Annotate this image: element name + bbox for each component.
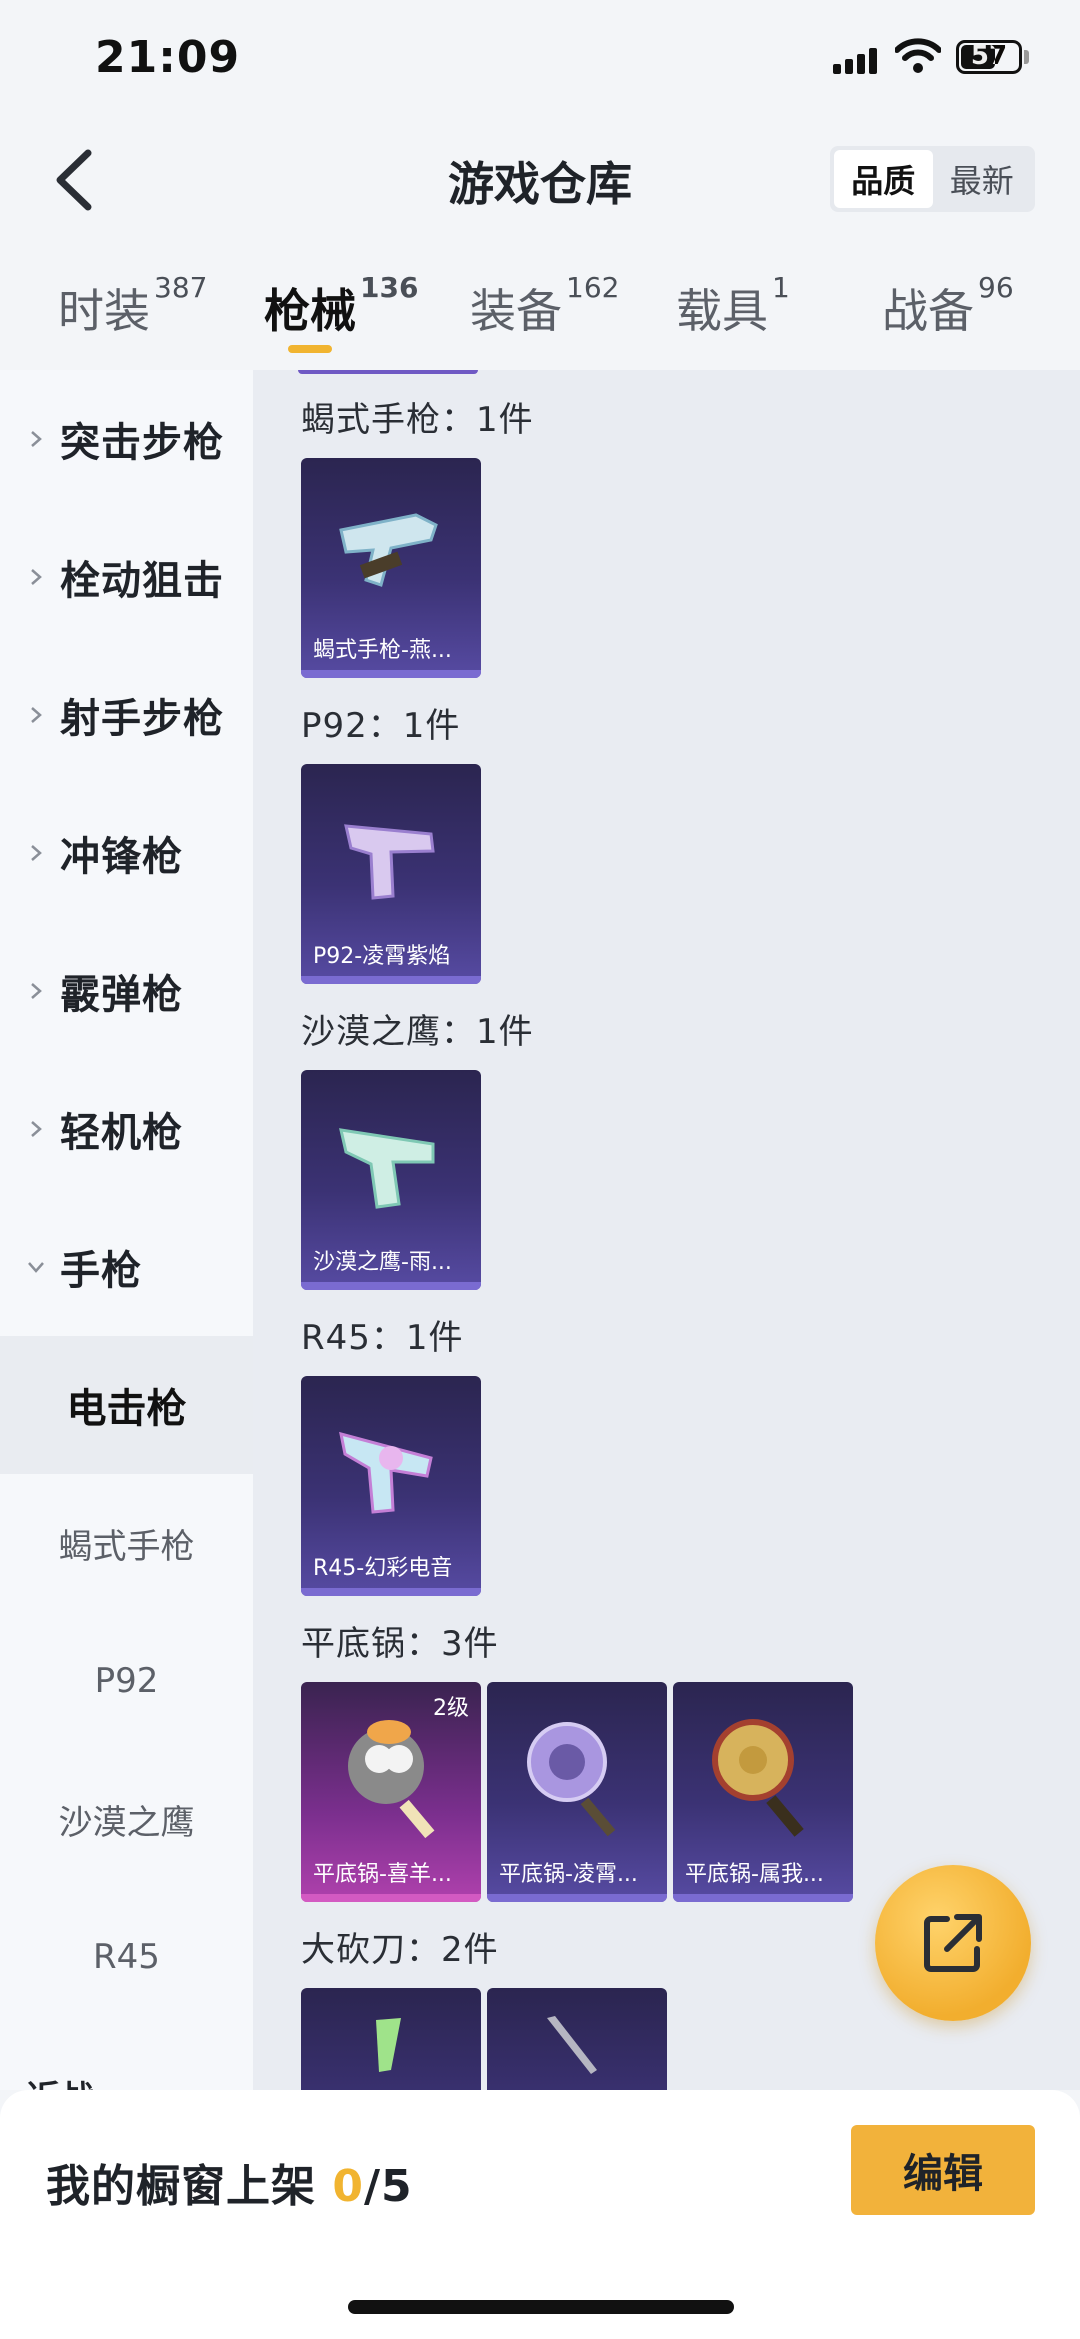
tab-label: 载具: [676, 284, 768, 338]
shelf-total-count: 5: [381, 2161, 413, 2212]
tab-label: 装备: [470, 284, 562, 338]
tab-count: 162: [566, 271, 620, 304]
sidebar-item-smg[interactable]: 冲锋枪: [0, 784, 253, 922]
category-tabs: 时装 387 枪械 136 装备 162 载具 1 战备 96: [0, 265, 1080, 365]
category-sidebar: 突击步枪 栓动狙击 射手步枪 冲锋枪 霰弹枪 轻机枪 手枪 电击枪 蝎式手枪 P…: [0, 370, 253, 2090]
tab-fashion[interactable]: 时装 387: [58, 271, 207, 341]
group-title: 沙漠之鹰：1件: [301, 1012, 534, 1052]
sidebar-item-label: 射手步枪: [60, 696, 224, 742]
battery-icon: 57: [956, 40, 1022, 74]
tab-equipment[interactable]: 装备 162: [470, 271, 619, 341]
item-card[interactable]: 2级 平底锅-喜羊...: [301, 1682, 481, 1902]
item-name: R45-幻彩电音: [313, 1556, 453, 1581]
chevron-right-icon: [31, 569, 42, 585]
item-name: 平底锅-喜羊...: [313, 1862, 452, 1887]
tab-count: 96: [978, 271, 1014, 304]
battery-level: 57: [970, 41, 1008, 71]
sort-toggle: 品质 最新: [830, 146, 1035, 212]
item-name: 平底锅-属我...: [685, 1862, 824, 1887]
tab-label: 时装: [58, 284, 150, 338]
item-card[interactable]: 蝎式手枪-燕...: [301, 458, 481, 678]
tab-label: 枪械: [264, 284, 356, 338]
pan-icon: [712, 1719, 804, 1837]
item-card[interactable]: R45-幻彩电音: [301, 1376, 481, 1596]
item-name: 沙漠之鹰-雨...: [313, 1250, 452, 1275]
item-name: 蝎式手枪-燕...: [313, 638, 452, 663]
sidebar-item-assault-rifle[interactable]: 突击步枪: [0, 370, 253, 508]
sidebar-item-pistol[interactable]: 手枪: [0, 1198, 253, 1336]
sidebar-item-shotgun[interactable]: 霰弹枪: [0, 922, 253, 1060]
item-card[interactable]: [487, 1988, 667, 2090]
shelf-status: 我的橱窗上架 0/5: [46, 2150, 413, 2214]
revolver-icon: [339, 1431, 433, 1514]
active-tab-indicator: [288, 345, 332, 353]
sidebar-item-label: 手枪: [60, 1248, 142, 1294]
chevron-right-icon: [31, 431, 42, 447]
tab-count: 387: [154, 271, 208, 304]
pistol-icon: [344, 824, 435, 900]
chevron-right-icon: [31, 845, 42, 861]
edit-button[interactable]: 编辑: [851, 2125, 1035, 2215]
item-card[interactable]: 平底锅-属我...: [673, 1682, 853, 1902]
tab-firearms[interactable]: 枪械 136: [264, 271, 418, 341]
sidebar-subitem-desert-eagle[interactable]: 沙漠之鹰: [0, 1750, 253, 1888]
pistol-icon: [339, 1128, 435, 1209]
shelf-current-count: 0: [332, 2161, 364, 2212]
group-title: 平底锅：3件: [301, 1624, 499, 1664]
sidebar-item-label: 栓动狙击: [60, 558, 224, 604]
chevron-right-icon: [31, 983, 42, 999]
sidebar-item-label: 冲锋枪: [60, 834, 183, 880]
sort-option-quality[interactable]: 品质: [834, 150, 933, 208]
chevron-right-icon: [31, 707, 42, 723]
wifi-icon: [895, 38, 941, 73]
status-bar: 21:09 57: [0, 0, 1080, 120]
sidebar-item-marksman-rifle[interactable]: 射手步枪: [0, 646, 253, 784]
sidebar-item-label: 轻机枪: [60, 1110, 183, 1156]
tab-count: 1: [772, 271, 790, 304]
group-title: 大砍刀：2件: [301, 1930, 499, 1970]
smg-icon: [339, 513, 438, 587]
item-card[interactable]: P92-凌霄紫焰: [301, 764, 481, 984]
machete-icon: [547, 2016, 597, 2074]
sidebar-item-bolt-sniper[interactable]: 栓动狙击: [0, 508, 253, 646]
pan-icon: [527, 1722, 616, 1837]
shelf-separator: /: [363, 2161, 382, 2212]
sidebar-subitem-r45[interactable]: R45: [0, 1888, 253, 2026]
group-title: 蝎式手枪：1件: [301, 400, 534, 440]
item-card[interactable]: [301, 1988, 481, 2090]
cellular-signal-icon: [833, 48, 879, 74]
item-name: P92-凌霄紫焰: [313, 944, 451, 969]
share-button[interactable]: [875, 1865, 1031, 2021]
item-card[interactable]: 沙漠之鹰-雨...: [301, 1070, 481, 1290]
sidebar-item-lmg[interactable]: 轻机枪: [0, 1060, 253, 1198]
item-card[interactable]: 平底锅-凌霄...: [487, 1682, 667, 1902]
group-title: P92：1件: [301, 706, 461, 746]
sidebar-subitem-scorpion[interactable]: 蝎式手枪: [0, 1474, 253, 1612]
item-name: 平底锅-凌霄...: [499, 1862, 638, 1887]
sidebar-item-label: 突击步枪: [60, 420, 224, 466]
tab-vehicles[interactable]: 载具 1: [676, 271, 790, 341]
tab-count: 136: [360, 271, 419, 304]
status-time: 21:09: [95, 32, 241, 83]
home-indicator[interactable]: [348, 2300, 734, 2314]
shelf-label: 我的橱窗上架: [46, 2161, 316, 2212]
tab-tactical[interactable]: 战备 96: [882, 271, 1014, 341]
previous-card-edge: [298, 370, 478, 374]
share-external-icon: [924, 1914, 982, 1972]
machete-icon: [376, 2018, 401, 2072]
chevron-down-icon: [28, 1262, 44, 1273]
sidebar-item-label: 霰弹枪: [60, 972, 183, 1018]
pan-icon: [348, 1720, 435, 1839]
group-title: R45：1件: [301, 1318, 464, 1358]
chevron-right-icon: [31, 1121, 42, 1137]
tab-label: 战备: [882, 284, 974, 338]
item-grid: 蝎式手枪：1件 蝎式手枪-燕... P92：1件 P92-凌霄紫焰 沙漠之鹰：1…: [253, 370, 1080, 2090]
sort-option-newest[interactable]: 最新: [933, 150, 1032, 208]
sidebar-item-stun-gun[interactable]: 电击枪: [0, 1336, 253, 1474]
sidebar-subitem-p92[interactable]: P92: [0, 1612, 253, 1750]
sidebar-item-melee[interactable]: 近战: [0, 2026, 253, 2091]
